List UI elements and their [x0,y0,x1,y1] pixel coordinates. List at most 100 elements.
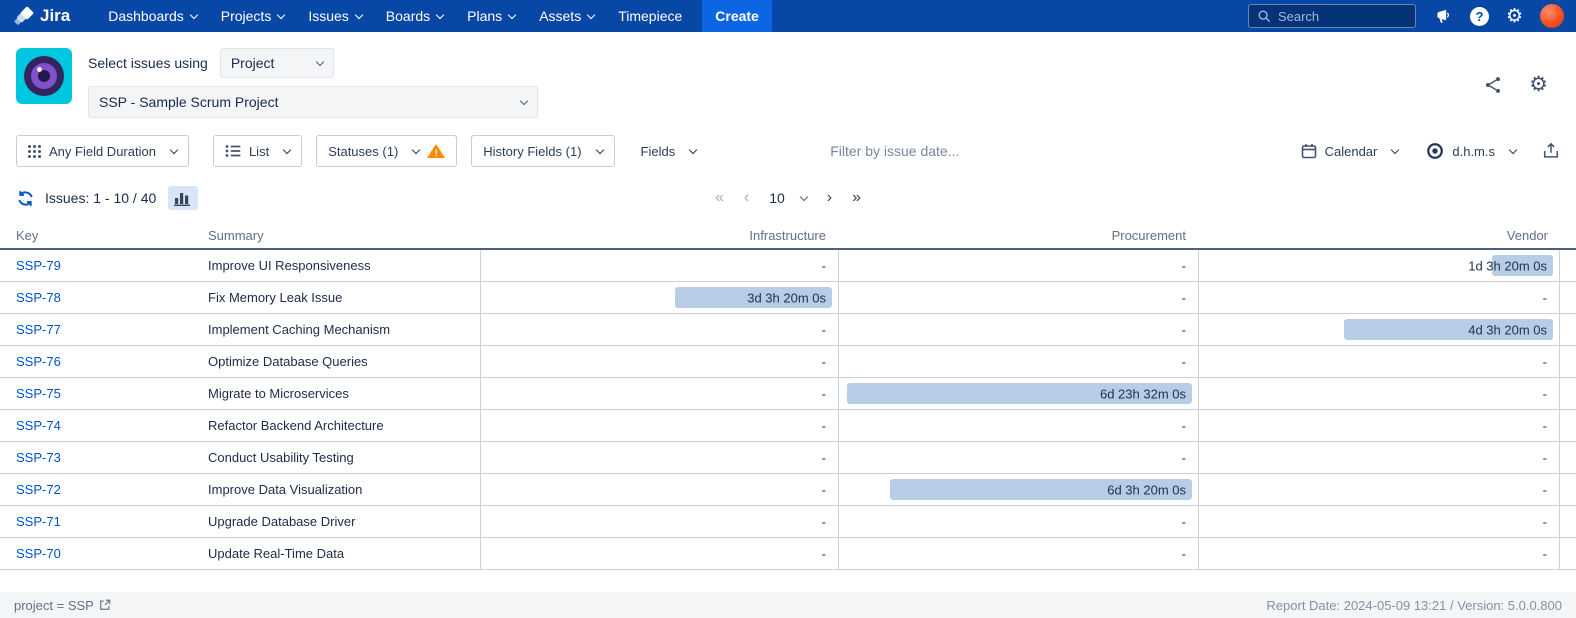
issue-key-link[interactable]: SSP-71 [16,514,61,529]
jira-logo-icon [14,6,35,27]
history-fields-button[interactable]: History Fields (1) [471,135,614,167]
duration-value: - [1182,546,1186,561]
duration-cell-procurement: - [838,538,1198,569]
duration-value: - [822,482,826,497]
chevron-down-icon [1509,146,1517,154]
user-avatar-button[interactable] [1540,4,1564,28]
fields-button[interactable]: Fields [639,135,699,167]
duration-format-label: d.h.m.s [1452,144,1495,159]
duration-value: - [1182,354,1186,369]
nav-item-issues[interactable]: Issues [296,0,373,32]
table-row: SSP-78 Fix Memory Leak Issue 3d 3h 20m 0… [0,282,1576,314]
warning-icon: ! [427,143,445,159]
issue-key-link[interactable]: SSP-73 [16,450,61,465]
report-settings-button[interactable]: ⚙ [1529,74,1548,95]
nav-item-dashboards[interactable]: Dashboards [96,0,209,32]
export-icon [1542,142,1560,160]
jira-brand[interactable]: Jira [8,6,76,27]
next-page-button[interactable]: › [827,190,832,206]
table-row: SSP-70 Update Real-Time Data - - - [0,538,1576,570]
settings-button[interactable]: ⚙ [1506,7,1523,26]
duration-cell-procurement: 6d 3h 20m 0s [838,474,1198,505]
app-icon-glint [37,67,42,72]
refresh-button[interactable] [16,189,35,208]
jql-query-label: project = SSP [14,598,94,613]
issue-key-link[interactable]: SSP-76 [16,354,61,369]
toolbar-right-cluster: Calendar d.h.m.s [1299,135,1560,167]
issue-key-link[interactable]: SSP-79 [16,258,61,273]
issue-key-link[interactable]: SSP-75 [16,386,61,401]
top-nav: Jira Dashboards Projects Issues Boards P… [0,0,1576,32]
page-size-select[interactable]: 10 [769,190,807,206]
search-input[interactable] [1278,9,1407,24]
project-select[interactable]: SSP - Sample Scrum Project [88,86,538,118]
create-button[interactable]: Create [702,0,772,32]
duration-cell-vendor: - [1198,442,1560,473]
feedback-button[interactable] [1433,7,1453,25]
field-duration-button[interactable]: Any Field Duration [16,135,189,167]
last-page-button[interactable]: » [852,190,861,206]
jql-query-link[interactable]: project = SSP [14,598,111,613]
field-duration-label: Any Field Duration [49,144,156,159]
duration-value: - [822,386,826,401]
duration-cell-infrastructure: 3d 3h 20m 0s [480,282,838,313]
statuses-button[interactable]: Statuses (1) ! [316,135,457,167]
first-page-button[interactable]: « [715,190,724,206]
duration-cell-vendor: - [1198,474,1560,505]
nav-item-label: Assets [539,8,581,24]
view-mode-button[interactable]: List [213,135,302,167]
nav-item-boards[interactable]: Boards [374,0,455,32]
issue-key-cell: SSP-79 [0,250,208,281]
issue-source-fields: Select issues using Project SSP - Sample… [88,48,538,118]
duration-cell-vendor: - [1198,282,1560,313]
issue-key-link[interactable]: SSP-77 [16,322,61,337]
duration-value: - [1182,322,1186,337]
issue-key-link[interactable]: SSP-72 [16,482,61,497]
date-filter-input[interactable] [830,143,1050,159]
search-icon [1257,9,1271,23]
nav-item-plans[interactable]: Plans [455,0,527,32]
issue-key-link[interactable]: SSP-78 [16,290,61,305]
chevron-down-icon [190,11,198,19]
chevron-down-icon [595,146,603,154]
issues-row: Issues: 1 - 10 / 40 « ‹ 10 › » [0,182,1576,214]
table-header: Key Summary Infrastructure Procurement V… [0,224,1576,250]
export-button[interactable] [1542,142,1560,160]
bar-chart-icon [174,191,192,206]
chevron-down-icon [412,146,420,154]
nav-item-label: Plans [467,8,502,24]
chart-view-button[interactable] [168,186,198,210]
duration-value: - [1182,514,1186,529]
issue-key-cell: SSP-74 [0,410,208,441]
nav-search[interactable] [1248,4,1416,28]
external-link-icon [99,599,111,611]
nav-item-projects[interactable]: Projects [209,0,297,32]
duration-value: - [1182,290,1186,305]
calendar-button[interactable]: Calendar [1299,135,1401,167]
issue-source-select[interactable]: Project [220,48,334,78]
nav-item-timepiece[interactable]: Timepiece [606,0,694,32]
calendar-icon [1301,143,1317,159]
gear-icon: ⚙ [1529,74,1548,95]
nav-item-label: Boards [386,8,430,24]
app-header: Select issues using Project SSP - Sample… [0,32,1576,122]
duration-cell-procurement: - [838,282,1198,313]
duration-format-button[interactable]: d.h.m.s [1424,135,1518,167]
nav-right-cluster: ? ⚙ [1248,4,1568,28]
report-footer: project = SSP Report Date: 2024-05-09 13… [0,592,1576,618]
prev-page-button[interactable]: ‹ [744,190,749,206]
header-actions: ⚙ [1483,74,1560,95]
issue-key-link[interactable]: SSP-74 [16,418,61,433]
share-button[interactable] [1483,75,1503,95]
nav-item-assets[interactable]: Assets [527,0,606,32]
help-button[interactable]: ? [1470,7,1489,26]
duration-cell-procurement: - [838,314,1198,345]
duration-value: - [1543,386,1547,401]
issue-key-link[interactable]: SSP-70 [16,546,61,561]
duration-cell-procurement: 6d 23h 32m 0s [838,378,1198,409]
duration-value: - [1543,546,1547,561]
chevron-down-icon [283,146,291,154]
table-row: SSP-77 Implement Caching Mechanism - - 4… [0,314,1576,346]
duration-value: 1d 3h 20m 0s [1468,258,1547,273]
fields-label: Fields [641,144,676,159]
